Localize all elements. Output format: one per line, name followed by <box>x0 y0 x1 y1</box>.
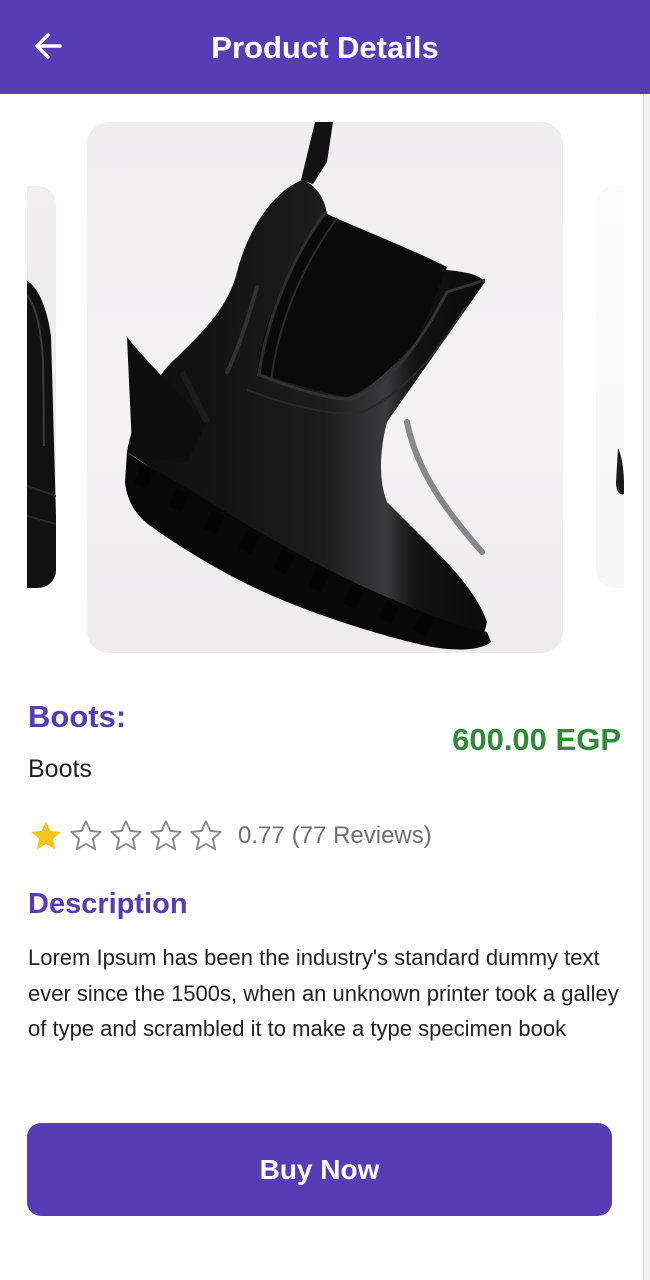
review-count: (77 Reviews) <box>291 822 432 849</box>
product-details-screen: Product Details Boots: Boots 600.00 EGP … <box>0 0 650 1280</box>
star-filled-icon <box>31 821 61 850</box>
arrow-left-icon <box>33 31 63 66</box>
app-bar: Product Details <box>0 0 650 94</box>
product-image-carousel[interactable] <box>0 94 650 669</box>
star-outline-icon <box>110 820 142 851</box>
product-price: 600.00 EGP <box>452 722 621 757</box>
product-image <box>125 122 491 650</box>
carousel-slide-current[interactable] <box>87 122 563 653</box>
star-outline-icon <box>70 820 102 851</box>
description-heading: Description <box>28 888 188 920</box>
carousel-slide-previous[interactable] <box>27 186 56 588</box>
product-name-heading: Boots: <box>28 699 127 734</box>
star-rating <box>28 818 224 854</box>
star-outline-icon <box>190 820 222 851</box>
back-button[interactable] <box>22 24 74 72</box>
star-outline-icon <box>150 820 182 851</box>
description-text: Lorem Ipsum has been the industry's stan… <box>28 945 619 1041</box>
buy-now-button[interactable]: Buy Now <box>27 1123 612 1216</box>
carousel-slide-next[interactable] <box>596 186 624 588</box>
rating-row: 0.77 (77 Reviews) <box>28 814 432 858</box>
rating-summary: 0.77 (77 Reviews) <box>238 821 432 851</box>
product-name: Boots <box>28 755 92 783</box>
page-title: Product Details <box>211 30 439 65</box>
rating-value: 0.77 <box>238 822 285 849</box>
